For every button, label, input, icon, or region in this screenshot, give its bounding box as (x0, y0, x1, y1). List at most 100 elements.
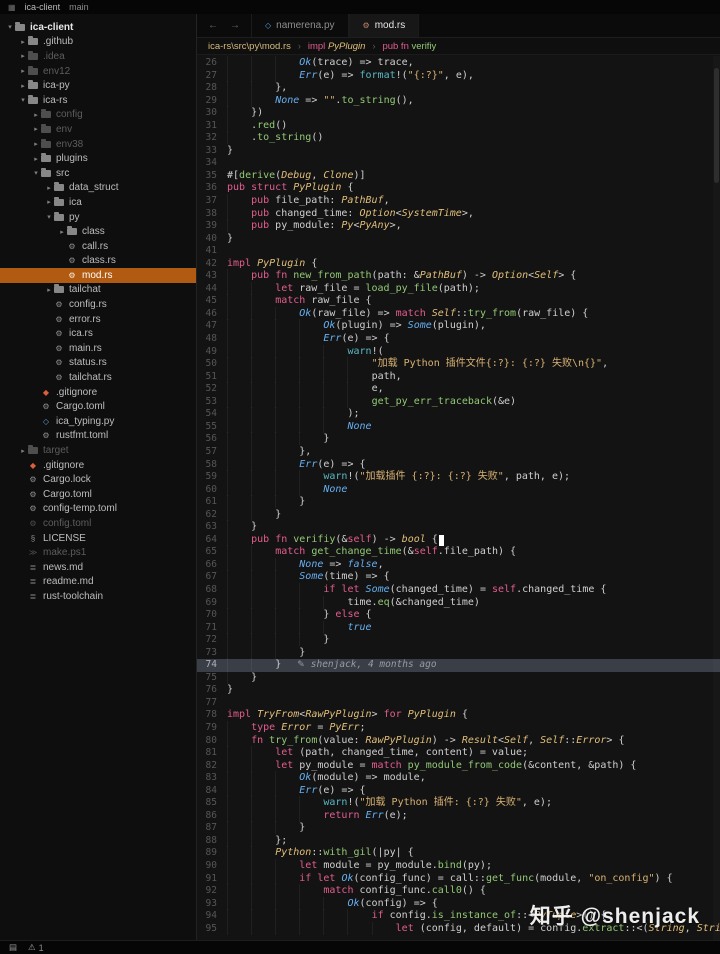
git-blame-annotation: shenjack, 4 months ago (311, 659, 437, 672)
tree-item-.gitignore[interactable]: ◆.gitignore (0, 458, 196, 473)
code-line-74[interactable]: 74 }✎shenjack, 4 months ago (197, 659, 720, 672)
code-line-29[interactable]: 29 None => "".to_string(), (197, 95, 720, 108)
tree-item-.github[interactable]: ▸.github (0, 35, 196, 50)
statusbar-panel-toggle[interactable]: ▤ (9, 942, 17, 953)
tree-item-mod.rs[interactable]: ⚙mod.rs (0, 268, 196, 283)
tab-mod.rs[interactable]: ⚙mod.rs (349, 14, 420, 37)
tree-item-call.rs[interactable]: ⚙call.rs (0, 239, 196, 254)
code-editor[interactable]: 26 Ok(trace) => trace,27 Err(e) => forma… (197, 55, 720, 940)
code-line-62[interactable]: 62 } (197, 509, 720, 522)
tree-item-.idea[interactable]: ▸.idea (0, 49, 196, 64)
code-line-63[interactable]: 63 } (197, 521, 720, 534)
code-line-64[interactable]: 64 pub fn verifiy(&self) -> bool { (197, 534, 720, 547)
code-line-35[interactable]: 35#[derive(Debug, Clone)] (197, 170, 720, 183)
nav-forward-icon[interactable]: → (230, 20, 240, 31)
code-line-61[interactable]: 61 } (197, 496, 720, 509)
tree-item-env38[interactable]: ▸env38 (0, 137, 196, 152)
code-line-80[interactable]: 80 fn try_from(value: RawPyPlugin) -> Re… (197, 735, 720, 748)
code-line-38[interactable]: 38 pub changed_time: Option<SystemTime>, (197, 208, 720, 221)
tree-item-error.rs[interactable]: ⚙error.rs (0, 312, 196, 327)
code-line-79[interactable]: 79 type Error = PyErr; (197, 722, 720, 735)
tree-item-data_struct[interactable]: ▸data_struct (0, 181, 196, 196)
code-line-43[interactable]: 43 pub fn new_from_path(path: &PathBuf) … (197, 270, 720, 283)
branch-name[interactable]: main (69, 2, 89, 12)
code-line-73[interactable]: 73 } (197, 647, 720, 660)
tree-item-ica-py[interactable]: ▸ica-py (0, 78, 196, 93)
code-line-text: return Err(e); (227, 810, 408, 823)
tree-item-env[interactable]: ▸env (0, 122, 196, 137)
tree-item-readme.md[interactable]: ≣readme.md (0, 575, 196, 590)
line-number: 51 (197, 371, 227, 384)
chevron-right-icon: ▸ (31, 125, 41, 133)
code-line-88[interactable]: 88 }; (197, 835, 720, 848)
tree-item-py[interactable]: ▾py (0, 210, 196, 225)
main-area: ▾ica-client▸.github▸.idea▸env12▸ica-py▾i… (0, 14, 720, 940)
tree-item-Cargo.toml[interactable]: ⚙Cargo.toml (0, 487, 196, 502)
tree-item-.gitignore[interactable]: ◆.gitignore (0, 385, 196, 400)
tree-item-class.rs[interactable]: ⚙class.rs (0, 254, 196, 269)
code-line-44[interactable]: 44 let raw_file = load_py_file(path); (197, 283, 720, 296)
statusbar-diagnostics-warning[interactable]: ⚠1 (28, 942, 44, 953)
code-line-42[interactable]: 42impl PyPlugin { (197, 258, 720, 271)
tree-item-Cargo.lock[interactable]: ⚙Cargo.lock (0, 472, 196, 487)
code-line-78[interactable]: 78impl TryFrom<RawPyPlugin> for PyPlugin… (197, 709, 720, 722)
breadcrumb-segment[interactable]: impl PyPlugin (308, 41, 366, 52)
tree-item-main.rs[interactable]: ⚙main.rs (0, 341, 196, 356)
tree-item-status.rs[interactable]: ⚙status.rs (0, 356, 196, 371)
tab-namerena.py[interactable]: ◇namerena.py (251, 14, 349, 37)
code-line-36[interactable]: 36pub struct PyPlugin { (197, 182, 720, 195)
code-line-text: } (227, 496, 305, 509)
tree-item-tailchat.rs[interactable]: ⚙tailchat.rs (0, 370, 196, 385)
code-line-75[interactable]: 75 } (197, 672, 720, 685)
code-line-77[interactable]: 77 (197, 697, 720, 710)
tree-item-env12[interactable]: ▸env12 (0, 64, 196, 79)
tree-item-src[interactable]: ▾src (0, 166, 196, 181)
nav-back-icon[interactable]: ← (208, 20, 218, 31)
tree-item-rust-toolchain[interactable]: ≣rust-toolchain (0, 589, 196, 604)
code-line-81[interactable]: 81 let (path, changed_time, content) = v… (197, 747, 720, 760)
tree-item-config[interactable]: ▸config (0, 108, 196, 123)
code-line-34[interactable]: 34 (197, 157, 720, 170)
code-line-76[interactable]: 76} (197, 684, 720, 697)
tree-item-config-temp.toml[interactable]: ⚙config-temp.toml (0, 502, 196, 517)
scrollbar-thumb[interactable] (714, 68, 719, 183)
tree-item-make.ps1[interactable]: ≫make.ps1 (0, 545, 196, 560)
code-line-39[interactable]: 39 pub py_module: Py<PyAny>, (197, 220, 720, 233)
code-line-30[interactable]: 30 }) (197, 107, 720, 120)
code-line-text: } (227, 433, 329, 446)
tree-item-rustfmt.toml[interactable]: ⚙rustfmt.toml (0, 429, 196, 444)
code-line-text: } (227, 822, 305, 835)
code-line-87[interactable]: 87 } (197, 822, 720, 835)
code-line-28[interactable]: 28 }, (197, 82, 720, 95)
code-line-41[interactable]: 41 (197, 245, 720, 258)
tree-item-ica-client[interactable]: ▾ica-client (0, 20, 196, 35)
tree-item-config.rs[interactable]: ⚙config.rs (0, 297, 196, 312)
tree-item-label: status.rs (69, 357, 107, 368)
code-line-text: } (227, 145, 233, 158)
tree-item-target[interactable]: ▸target (0, 443, 196, 458)
editor-scrollbar[interactable] (713, 56, 720, 940)
project-name[interactable]: ica-client (25, 2, 61, 12)
tree-item-ica_typing.py[interactable]: ◇ica_typing.py (0, 414, 196, 429)
tree-item-config.toml[interactable]: ⚙config.toml (0, 516, 196, 531)
rust-file-icon: ⚙ (67, 256, 77, 265)
tree-item-class[interactable]: ▸class (0, 224, 196, 239)
tree-item-plugins[interactable]: ▸plugins (0, 151, 196, 166)
tree-item-Cargo.toml[interactable]: ⚙Cargo.toml (0, 399, 196, 414)
breadcrumb-segment[interactable]: pub fn verifiy (382, 41, 436, 52)
tree-item-ica.rs[interactable]: ⚙ica.rs (0, 326, 196, 341)
line-number: 42 (197, 258, 227, 271)
code-line-33[interactable]: 33} (197, 145, 720, 158)
tree-item-news.md[interactable]: ≣news.md (0, 560, 196, 575)
code-line-27[interactable]: 27 Err(e) => format!("{:?}", e), (197, 70, 720, 83)
code-line-40[interactable]: 40} (197, 233, 720, 246)
tree-item-ica[interactable]: ▸ica (0, 195, 196, 210)
tree-item-LICENSE[interactable]: §LICENSE (0, 531, 196, 546)
code-line-32[interactable]: 32 .to_string() (197, 132, 720, 145)
tree-item-tailchat[interactable]: ▸tailchat (0, 283, 196, 298)
code-line-31[interactable]: 31 .red() (197, 120, 720, 133)
tree-item-ica-rs[interactable]: ▾ica-rs (0, 93, 196, 108)
line-number: 33 (197, 145, 227, 158)
code-line-37[interactable]: 37 pub file_path: PathBuf, (197, 195, 720, 208)
breadcrumb-segment[interactable]: ica-rs\src\py\mod.rs (208, 41, 291, 52)
